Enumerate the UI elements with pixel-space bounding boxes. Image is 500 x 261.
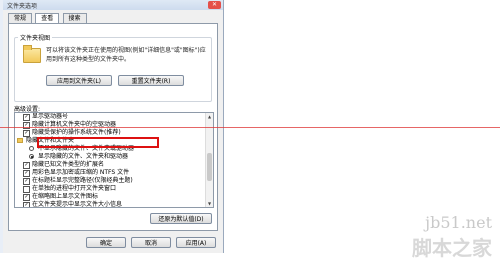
checkbox-checked[interactable]: ✓	[23, 178, 30, 185]
tree-item[interactable]: ✓ 显示驱动器号	[15, 113, 213, 121]
tree-item-label: 在标题栏显示完整路径(仅限经典主题)	[32, 177, 133, 184]
tree-item[interactable]: ✓ 隐藏已知文件类型的扩展名	[15, 161, 213, 169]
watermark-name: 脚本之家	[412, 236, 492, 260]
apply-button[interactable]: 应用(A)	[176, 237, 216, 248]
cancel-button[interactable]: 取消	[131, 237, 171, 248]
annotation-line	[0, 127, 500, 128]
reset-folders-button[interactable]: 重置文件夹(R)	[118, 75, 184, 86]
tree-item[interactable]: ✓ 在缩略图上显示文件图标	[15, 193, 213, 201]
scroll-down-icon[interactable]: ▼	[206, 200, 213, 207]
tree-item[interactable]: ✓ 用彩色显示加密或压缩的 NTFS 文件	[15, 169, 213, 177]
radio-selected[interactable]	[29, 154, 34, 159]
folder-icon	[23, 45, 41, 63]
folder-views-description: 可以将该文件夹正在使用的视图(例如"详细信息"或"图标")应用到所有这种类型的文…	[46, 47, 206, 63]
close-icon[interactable]: ✕	[208, 1, 221, 9]
tree-item[interactable]: ✓ 隐藏受保护的操作系统文件(推荐)	[15, 129, 213, 137]
checkbox-checked[interactable]: ✓	[23, 114, 30, 121]
checkbox-checked[interactable]: ✓	[23, 194, 30, 201]
watermark-site: jb51.net	[425, 213, 492, 232]
checkbox-checked[interactable]: ✓	[23, 202, 30, 207]
tab-strip: 常规 查看 搜索	[8, 12, 88, 25]
tree-item-label: 在缩略图上显示文件图标	[32, 193, 99, 200]
scroll-up-icon[interactable]: ▲	[206, 113, 213, 120]
tree-item-label: 隐藏受保护的操作系统文件(推荐)	[32, 129, 121, 136]
tree-item-label: 在单独的进程中打开文件夹窗口	[32, 185, 117, 192]
tree-item-label: 显示隐藏的文件、文件夹和驱动器	[38, 153, 129, 160]
tree-item[interactable]: 在单独的进程中打开文件夹窗口	[15, 185, 213, 193]
restore-defaults-button[interactable]: 还原为默认值(D)	[150, 213, 212, 224]
checkbox-checked[interactable]: ✓	[23, 170, 30, 177]
dialog-title: 文件夹选项	[7, 3, 38, 10]
apply-to-folders-button[interactable]: 应用到文件夹(L)	[46, 75, 112, 86]
tree-item-label: 隐藏已知文件类型的扩展名	[32, 161, 105, 168]
checkbox-checked[interactable]: ✓	[23, 162, 30, 169]
tree-item-label: 显示驱动器号	[32, 113, 69, 120]
scroll-thumb[interactable]	[207, 153, 212, 181]
tree-item-label: 用彩色显示加密或压缩的 NTFS 文件	[32, 169, 130, 176]
folder-views-group: 文件夹视图 可以将该文件夹正在使用的视图(例如"详细信息"或"图标")应用到所有…	[14, 33, 212, 102]
title-bar: 文件夹选项 ✕	[3, 0, 223, 10]
tree-item[interactable]: ✓ 在文件夹提示中显示文件大小信息	[15, 201, 213, 208]
checkbox-unchecked[interactable]	[23, 186, 30, 193]
ok-button[interactable]: 确定	[86, 237, 126, 248]
tree-item[interactable]: 显示隐藏的文件、文件夹和驱动器	[15, 153, 213, 161]
watermark: jb51.net 脚本之家	[412, 213, 492, 261]
radio-unselected[interactable]	[29, 146, 34, 151]
folder-views-title: 文件夹视图	[18, 33, 53, 42]
highlight-box	[37, 137, 159, 148]
checkbox-checked[interactable]: ✓	[23, 130, 30, 137]
tree-item-label: 在文件夹提示中显示文件大小信息	[32, 201, 123, 208]
tree-item[interactable]: ✓ 在标题栏显示完整路径(仅限经典主题)	[15, 177, 213, 185]
folder-icon	[17, 138, 23, 143]
